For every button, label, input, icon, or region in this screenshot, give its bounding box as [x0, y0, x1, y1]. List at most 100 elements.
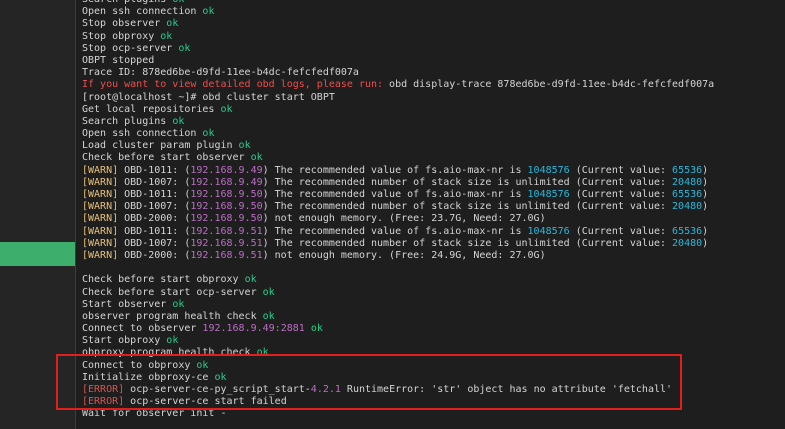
status-ok: ok	[172, 298, 185, 310]
terminal-text: Stop observer	[82, 18, 167, 30]
terminal-text: ) The recommended value of fs.aio-max-nr…	[262, 189, 528, 200]
terminal-line: Check before start obproxy ok	[82, 274, 782, 286]
terminal-text: Open ssh connection	[82, 128, 203, 140]
terminal-text: Open ssh connection	[82, 6, 203, 18]
ip-address: 192.168.9.49:2881	[202, 323, 305, 335]
terminal-text: Wait for observer init -	[82, 408, 227, 420]
terminal-line: [WARN] OBD-2000: (192.168.9.51) not enou…	[82, 250, 782, 262]
status-ok: ok	[166, 18, 179, 30]
terminal-line: Stop obproxy ok	[82, 31, 782, 43]
terminal-text: Check before start obproxy	[82, 274, 245, 286]
status-ok: ok	[202, 128, 215, 140]
terminal-text: Load cluster param plugin	[82, 140, 239, 152]
numeric-value: 65536	[672, 189, 703, 200]
terminal-text: )	[702, 176, 709, 188]
status-ok: ok	[238, 140, 251, 152]
terminal-text: ) The recommended number of stack size i…	[262, 237, 673, 249]
warn-tag: [WARN]	[82, 176, 119, 188]
status-ok: ok	[310, 323, 323, 335]
terminal-text: observer program health check	[82, 310, 263, 322]
terminal-line: Connect to observer 192.168.9.49:2881 ok	[82, 323, 782, 335]
numeric-value: 65536	[672, 225, 703, 237]
trace-hint-prefix: If you want to view detailed obd logs, p…	[82, 79, 390, 91]
terminal-text: Connect to observer	[82, 323, 203, 335]
terminal-text: Search plugins	[82, 115, 173, 127]
status-ok: ok	[250, 152, 263, 164]
terminal-text: OBPT stopped	[82, 54, 155, 66]
terminal-text: Trace ID: 878ed6be-d9fd-11ee-b4dc-fefcfe…	[82, 67, 359, 79]
terminal-line: Wait for observer init -	[82, 408, 782, 420]
terminal-text: ) The recommended number of stack size i…	[262, 201, 673, 213]
numeric-value: 20480	[672, 176, 703, 188]
ip-address: 192.168.9.51	[190, 237, 263, 249]
terminal-line: Start observer ok	[82, 299, 782, 311]
terminal-line: [WARN] OBD-1007: (192.168.9.49) The reco…	[82, 177, 782, 189]
terminal-text: (Current value:	[569, 164, 673, 176]
status-ok: ok	[172, 0, 184, 5]
terminal-line: If you want to view detailed obd logs, p…	[82, 79, 782, 91]
terminal-line: Trace ID: 878ed6be-d9fd-11ee-b4dc-fefcfe…	[82, 67, 782, 79]
ip-address: 192.168.9.51	[190, 225, 263, 237]
ip-address: 192.168.9.49	[190, 176, 263, 188]
terminal-line: [WARN] OBD-1007: (192.168.9.51) The reco…	[82, 238, 782, 250]
terminal-text: OBD-2000: (	[118, 249, 191, 261]
status-ok: ok	[202, 6, 215, 18]
terminal-text: (Current value:	[569, 189, 673, 200]
terminal-text: )	[702, 189, 709, 200]
numeric-value: 1048576	[527, 189, 570, 200]
status-ok: ok	[262, 310, 275, 322]
ip-address: 192.168.9.50	[190, 213, 263, 225]
terminal-text: )	[702, 237, 709, 249]
terminal-text: Search plugins	[82, 0, 172, 5]
terminal-text: Start obproxy	[82, 335, 167, 347]
numeric-value: 20480	[672, 237, 703, 249]
warn-tag: [WARN]	[82, 189, 119, 200]
sidebar-active-marker[interactable]	[0, 242, 75, 266]
terminal-line: OBPT stopped	[82, 55, 782, 67]
terminal-text: Check before start observer	[82, 152, 251, 164]
terminal-text: ) not enough memory. (Free: 24.9G, Need:…	[262, 249, 546, 261]
warn-tag: [WARN]	[82, 249, 119, 261]
status-ok: ok	[172, 115, 185, 127]
terminal-text: ) The recommended number of stack size i…	[262, 176, 673, 188]
terminal-line: Check before start ocp-server ok	[82, 287, 782, 299]
numeric-value: 20480	[672, 201, 703, 213]
numeric-value: 1048576	[527, 225, 570, 237]
status-ok: ok	[166, 335, 179, 347]
ip-address: 192.168.9.50	[190, 201, 263, 213]
terminal-line: [WARN] OBD-1007: (192.168.9.50) The reco…	[82, 201, 782, 213]
terminal-line: Open ssh connection ok	[82, 6, 782, 18]
terminal-text: )	[702, 164, 709, 176]
terminal-line: [WARN] OBD-2000: (192.168.9.50) not enou…	[82, 213, 782, 225]
numeric-value: 1048576	[527, 164, 570, 176]
warn-tag: [WARN]	[82, 237, 119, 249]
terminal-text: Stop ocp-server	[82, 42, 179, 54]
terminal-line: Start obproxy ok	[82, 335, 782, 347]
status-ok: ok	[262, 286, 275, 298]
terminal-text: ) not enough memory. (Free: 23.7G, Need:…	[262, 213, 546, 225]
ip-address: 192.168.9.51	[190, 249, 263, 261]
terminal-text: Start observer	[82, 298, 173, 310]
terminal-line: Stop ocp-server ok	[82, 43, 782, 55]
warn-tag: [WARN]	[82, 225, 119, 237]
status-ok: ok	[160, 30, 173, 42]
terminal-text: Stop obproxy	[82, 30, 161, 42]
terminal-line: [WARN] OBD-1011: (192.168.9.50) The reco…	[82, 189, 782, 201]
ip-address: 192.168.9.50	[190, 189, 263, 200]
terminal-line: Search plugins ok	[82, 116, 782, 128]
trace-hint-command: obd display-trace 878ed6be-d9fd-11ee-b4d…	[389, 79, 715, 91]
terminal-text: OBD-1007: (	[118, 237, 191, 249]
terminal-text: OBD-1007: (	[118, 201, 191, 213]
status-ok: ok	[244, 274, 257, 286]
terminal-line: Get local repositories ok	[82, 104, 782, 116]
terminal-text: OBD-1011: (	[118, 164, 191, 176]
terminal-line: [WARN] OBD-1011: (192.168.9.51) The reco…	[82, 226, 782, 238]
terminal-text: ) The recommended value of fs.aio-max-nr…	[262, 164, 528, 176]
terminal-text: (Current value:	[569, 225, 673, 237]
terminal-text: )	[702, 201, 709, 213]
terminal-text: Get local repositories	[82, 103, 221, 115]
ip-address: 192.168.9.49	[190, 164, 263, 176]
error-highlight-box	[56, 354, 682, 410]
terminal-text: OBD-1007: (	[118, 176, 191, 188]
